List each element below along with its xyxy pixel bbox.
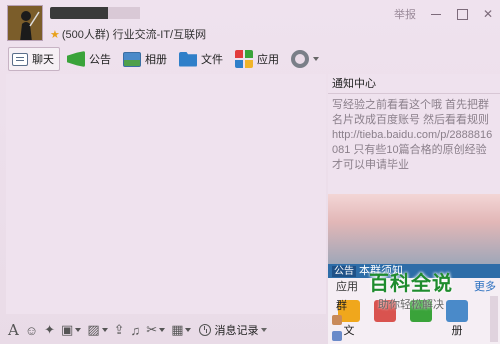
tab-files[interactable]: 文件 — [176, 47, 228, 71]
scrollbar[interactable] — [490, 296, 498, 342]
settings-menu[interactable] — [288, 47, 324, 71]
tab-chat[interactable]: 聊天 — [8, 47, 60, 71]
chevron-down-icon — [313, 57, 319, 61]
list-item[interactable] — [332, 313, 342, 327]
window-header: ★ (500人群) 行业交流-IT/互联网 举报 ✕ — [0, 0, 500, 44]
clock-icon — [199, 324, 212, 336]
notice-badge: 公告 — [332, 266, 356, 277]
chat-icon — [12, 52, 28, 66]
chevron-down-icon — [185, 328, 192, 332]
scissors-icon[interactable]: ✂ — [146, 322, 166, 338]
emoji-icon[interactable]: ☺ — [25, 323, 38, 338]
report-link[interactable]: 举报 — [394, 6, 416, 22]
brand-subtitle: 助你轻松解决 — [378, 299, 444, 311]
magic-wand-icon[interactable]: ✦ — [44, 322, 55, 338]
screen-vibrate-icon[interactable]: ▣ — [61, 322, 82, 338]
more-link[interactable]: 更多 — [474, 278, 496, 296]
maximize-icon[interactable] — [456, 8, 468, 20]
gear-icon — [291, 50, 309, 68]
group-avatar[interactable] — [7, 5, 43, 41]
group-info: ★ (500人群) 行业交流-IT/互联网 — [50, 29, 207, 41]
brand-watermark: 百科全说 助你轻松解决 — [356, 267, 466, 317]
chevron-down-icon — [261, 328, 268, 332]
announcement-icon — [67, 51, 85, 67]
more-icon[interactable]: ▦ — [171, 322, 192, 338]
notice-center-title: 通知中心 — [328, 74, 500, 94]
window-controls: 举报 ✕ — [394, 6, 494, 22]
group-name-redacted — [50, 7, 140, 19]
chevron-down-icon — [75, 328, 82, 332]
music-icon[interactable]: ♫ — [131, 323, 141, 338]
avatar — [332, 331, 342, 341]
brand-title: 百科全说 — [369, 273, 453, 295]
chevron-down-icon — [101, 328, 108, 332]
notice-center-body: 写经验之前看看这个哦 首先把群名片改成百度账号 然后看看规则 http://ti… — [328, 94, 500, 194]
tab-album[interactable]: 相册 — [120, 47, 172, 71]
image-icon[interactable]: ▨ — [87, 322, 108, 338]
minimize-icon[interactable] — [430, 8, 442, 20]
album-icon — [123, 51, 141, 67]
avatar — [332, 315, 342, 325]
members-label: 群 — [336, 300, 347, 312]
decorative-banner — [328, 194, 500, 264]
upload-icon[interactable]: ⇪ — [114, 322, 125, 338]
star-icon: ★ — [50, 29, 60, 41]
close-icon[interactable]: ✕ — [482, 8, 494, 20]
tab-announcement[interactable]: 公告 — [64, 47, 116, 71]
folder-icon — [179, 51, 197, 67]
list-item[interactable] — [332, 329, 342, 343]
input-toolbar: A ☺ ✦ ▣ ▨ ⇪ ♫ ✂ ▦ 消息记录 — [6, 318, 328, 342]
qq-group-chat-window: ★(500人群) 行业交流-IT/互联网 举报 ✕ 聊天 公告 相册 文件 应 — [0, 0, 500, 344]
chevron-down-icon — [159, 328, 166, 332]
chat-message-area[interactable] — [6, 74, 326, 314]
tab-bar: 聊天 公告 相册 文件 应用 — [8, 47, 324, 71]
message-history-button[interactable]: 消息记录 — [199, 322, 268, 338]
font-icon[interactable]: A — [8, 321, 19, 339]
tab-apps[interactable]: 应用 — [232, 47, 284, 71]
app-grid-icon — [235, 50, 253, 68]
